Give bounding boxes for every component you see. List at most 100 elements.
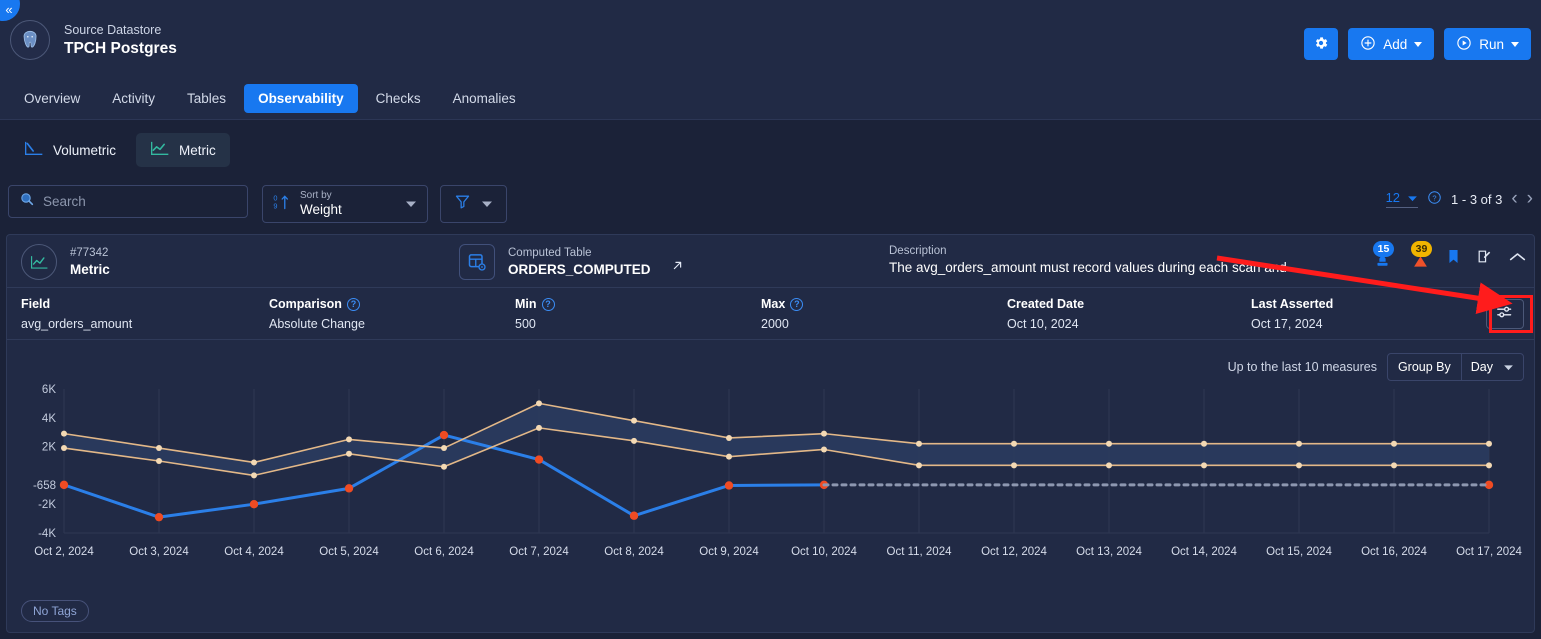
metric-chart-svg[interactable]: 6K 4K 2K -658 -2K -4K Oct 2, 2024 Oct 3, 2024 Oc…: [7, 375, 1536, 580]
filter-button[interactable]: [440, 185, 507, 223]
external-link-icon[interactable]: [670, 258, 685, 278]
svg-text:?: ?: [1432, 193, 1436, 202]
chart-data-point[interactable]: [346, 436, 352, 443]
computed-table-label: Computed Table: [508, 246, 592, 259]
chart-data-point[interactable]: [726, 434, 732, 441]
chart-data-point[interactable]: [631, 437, 637, 444]
chart-data-point[interactable]: [1296, 440, 1302, 447]
chevron-left-icon: «: [5, 1, 13, 17]
svg-text:9: 9: [273, 201, 277, 210]
chart-data-point[interactable]: [1201, 462, 1207, 469]
question-circle-icon[interactable]: ?: [1427, 190, 1442, 208]
chart-data-point[interactable]: [59, 480, 69, 490]
chart-data-point[interactable]: [249, 500, 259, 509]
page-size-select[interactable]: 12: [1385, 190, 1419, 208]
page-header: Source Datastore TPCH Postgres Add Run O…: [0, 0, 1541, 120]
next-page-button[interactable]: ›: [1527, 189, 1533, 208]
chart-data-point[interactable]: [441, 445, 447, 452]
datastore-identity: Source Datastore TPCH Postgres: [10, 20, 177, 60]
chart-data-point[interactable]: [916, 462, 922, 469]
chart-settings-button[interactable]: [1486, 299, 1524, 329]
filter-bar: 0 9 Sort by Weight: [0, 180, 1541, 228]
chart-data-point[interactable]: [1106, 462, 1112, 469]
chart-data-point[interactable]: [536, 424, 542, 431]
no-tags-pill[interactable]: No Tags: [21, 600, 89, 622]
tab-overview[interactable]: Overview: [10, 84, 94, 113]
chart-data-point[interactable]: [916, 440, 922, 447]
chart-data-point[interactable]: [631, 417, 637, 424]
chart-x-tick-label: Oct 8, 2024: [604, 546, 664, 558]
metric-chart: 6K 4K 2K -658 -2K -4K Oct 2, 2024 Oct 3, 2024 Oc…: [7, 375, 1536, 580]
chart-data-point[interactable]: [251, 459, 257, 466]
bookmark-icon[interactable]: [1447, 248, 1460, 270]
edit-square-icon[interactable]: [1476, 248, 1493, 270]
subtab-volumetric[interactable]: Volumetric: [10, 133, 130, 167]
chart-data-point[interactable]: [821, 430, 827, 437]
tab-checks[interactable]: Checks: [362, 84, 435, 113]
subtab-metric[interactable]: Metric: [136, 133, 230, 167]
sort-by-select[interactable]: 0 9 Sort by Weight: [262, 185, 428, 223]
chart-y-tick-label: -658: [33, 480, 56, 492]
tab-observability[interactable]: Observability: [244, 84, 358, 113]
chart-y-tick-label: -4K: [38, 528, 56, 540]
chart-data-point[interactable]: [1486, 440, 1492, 447]
chart-data-point[interactable]: [821, 446, 827, 453]
chart-data-point[interactable]: [1391, 462, 1397, 469]
settings-button[interactable]: [1304, 28, 1339, 60]
chart-x-tick-label: Oct 17, 2024: [1456, 546, 1522, 558]
chart-data-point[interactable]: [156, 445, 162, 452]
assertion-badge[interactable]: 15: [1371, 241, 1394, 274]
chart-data-point[interactable]: [1486, 462, 1492, 469]
anomaly-count: 39: [1411, 241, 1432, 257]
chart-data-point[interactable]: [536, 400, 542, 407]
chart-data-point[interactable]: [629, 511, 639, 520]
chart-data-point[interactable]: [346, 450, 352, 457]
chart-data-point[interactable]: [441, 463, 447, 470]
question-circle-icon[interactable]: ?: [790, 298, 804, 311]
detail-label: Last Asserted: [1251, 297, 1334, 311]
chart-data-point[interactable]: [154, 512, 164, 522]
gear-icon: [1313, 35, 1329, 54]
subtab-metric-label: Metric: [179, 142, 216, 158]
search-box[interactable]: [8, 185, 248, 218]
description-label: Description: [889, 245, 947, 257]
detail-created-date: Created Date Oct 10, 2024: [1007, 296, 1084, 333]
chart-data-point[interactable]: [156, 458, 162, 464]
sort-by-value: Weight: [300, 202, 342, 217]
sliders-settings-icon: [1496, 304, 1514, 325]
observability-page: « Source Datastore TPCH Postgres Add Run…: [0, 0, 1541, 639]
chart-data-point[interactable]: [1201, 440, 1207, 447]
chart-data-point[interactable]: [1011, 462, 1017, 469]
chart-data-point[interactable]: [726, 453, 732, 460]
search-input[interactable]: [43, 194, 228, 209]
chevron-down-icon: [1511, 41, 1519, 47]
tab-activity[interactable]: Activity: [98, 84, 169, 113]
description-block: Description The avg_orders_amount must r…: [889, 244, 1304, 277]
metric-id: #77342: [70, 246, 109, 259]
chart-data-point[interactable]: [439, 430, 449, 440]
detail-min: Min ? 500: [515, 296, 555, 333]
chart-x-tick-label: Oct 14, 2024: [1171, 546, 1237, 558]
chart-data-point[interactable]: [1391, 440, 1397, 447]
chart-data-point[interactable]: [534, 455, 544, 464]
collapse-card-button[interactable]: [1509, 250, 1526, 268]
chart-data-point[interactable]: [724, 481, 734, 490]
prev-page-button[interactable]: ‹: [1511, 189, 1517, 208]
computed-table-block: Computed Table ORDERS_COMPUTED: [459, 244, 685, 280]
chart-data-point[interactable]: [1011, 440, 1017, 447]
chart-data-point[interactable]: [344, 484, 354, 493]
question-circle-icon[interactable]: ?: [346, 298, 360, 311]
tab-anomalies[interactable]: Anomalies: [439, 84, 530, 113]
chevron-down-icon: [405, 195, 417, 213]
chart-data-point[interactable]: [61, 445, 67, 452]
chart-data-point[interactable]: [1296, 462, 1302, 469]
plus-circle-icon: [1360, 35, 1376, 54]
chart-data-point[interactable]: [61, 430, 67, 437]
anomaly-badge[interactable]: 39: [1409, 241, 1432, 274]
question-circle-icon[interactable]: ?: [541, 298, 555, 311]
tab-tables[interactable]: Tables: [173, 84, 240, 113]
chart-data-point[interactable]: [1106, 440, 1112, 447]
run-button[interactable]: Run: [1444, 28, 1531, 60]
chart-data-point[interactable]: [251, 472, 257, 479]
add-button[interactable]: Add: [1348, 28, 1435, 60]
